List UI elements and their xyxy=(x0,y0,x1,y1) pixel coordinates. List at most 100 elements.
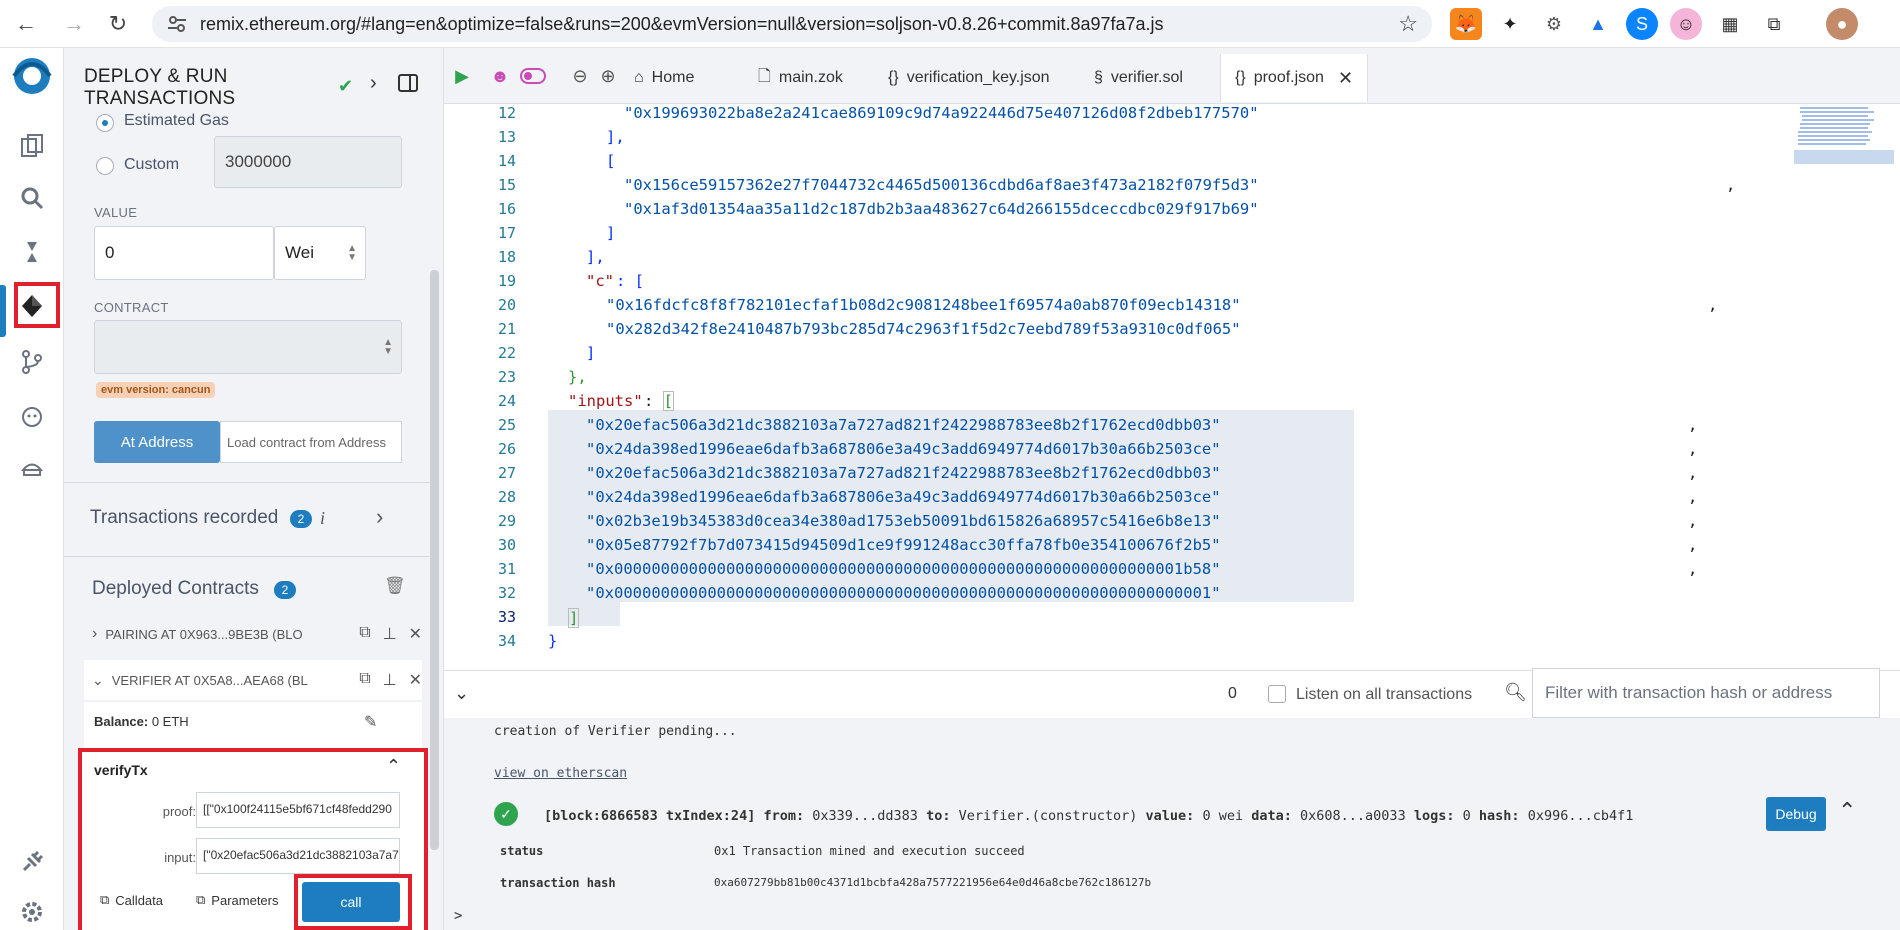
contract-row-pairing[interactable]: › PAIRING AT 0X963...9BE3B (BLO ⧉ ⊥ ✕ xyxy=(92,614,422,654)
run-script-icon[interactable]: ▶ xyxy=(448,62,476,90)
load-contract-address-input[interactable]: Load contract from Address xyxy=(220,421,402,463)
selection-highlight xyxy=(548,602,620,626)
terminal-prompt[interactable]: > xyxy=(454,908,462,924)
file-explorer-icon[interactable] xyxy=(14,128,50,164)
input-input[interactable]: ["0x20efac506a3d21dc3882103a7a7 xyxy=(196,838,400,874)
filter-transactions-input[interactable]: Filter with transaction hash or address xyxy=(1532,668,1880,718)
listen-all-checkbox[interactable] xyxy=(1268,685,1286,703)
metamask-extension-icon[interactable]: 🦊 xyxy=(1450,8,1482,40)
chevron-up-icon[interactable]: ⌃ xyxy=(1838,798,1856,824)
check-icon: ✔ xyxy=(338,76,354,96)
line-number: 18 xyxy=(497,248,516,266)
debug-button[interactable]: Debug xyxy=(1766,797,1826,831)
site-settings-icon[interactable] xyxy=(166,13,188,35)
tx-logs: 0 xyxy=(1462,808,1471,824)
git-branch-icon[interactable] xyxy=(14,344,50,380)
chevron-right-icon[interactable]: › xyxy=(92,625,97,643)
line-number: 16 xyxy=(497,200,516,218)
contract-select[interactable]: ▲ ▼ xyxy=(94,320,402,374)
panel-scrollbar[interactable] xyxy=(430,270,439,850)
solidity-compiler-icon[interactable] xyxy=(14,234,50,270)
plugin-manager-icon[interactable] xyxy=(14,844,50,880)
tx-to-label: to: xyxy=(926,808,951,824)
line-gutter: 12 13 14 15 16 17 18 19 20 21 22 23 24 2… xyxy=(444,104,518,670)
settings-gear-icon[interactable] xyxy=(14,894,50,930)
chevron-right-icon[interactable]: › xyxy=(370,72,377,95)
custom-gas-radio[interactable] xyxy=(96,157,114,175)
close-icon[interactable]: ✕ xyxy=(409,670,422,690)
zoom-in-icon[interactable]: ⊕ xyxy=(594,62,622,90)
copy-icon: ⧉ xyxy=(196,892,206,907)
value-amount: 0 xyxy=(105,243,115,262)
code-editor[interactable]: 12 13 14 15 16 17 18 19 20 21 22 23 24 2… xyxy=(444,104,1900,670)
editor-minimap[interactable] xyxy=(1788,104,1900,174)
comma: , xyxy=(1688,440,1698,458)
copy-icon[interactable]: ⧉ xyxy=(359,670,370,690)
profile-avatar[interactable]: ● xyxy=(1826,8,1858,40)
qr-code-icon[interactable]: ▦ xyxy=(1714,8,1746,40)
copy-icon[interactable]: ⧉ xyxy=(359,624,370,644)
tx-summary[interactable]: [block:6866583 txIndex:24] from: 0x339..… xyxy=(544,808,1633,824)
code-line-26: "0x24da398ed1996eae6dafb3a687806e3a49c3a… xyxy=(586,440,1221,458)
chevron-down-icon[interactable]: ⌄ xyxy=(92,672,104,689)
tab-verification-key[interactable]: {} verification_key.json xyxy=(874,54,1064,102)
at-address-button[interactable]: At Address xyxy=(94,421,220,463)
terminal-output: creation of Verifier pending... view on … xyxy=(444,718,1900,930)
estimated-gas-radio[interactable] xyxy=(96,114,114,132)
search-icon[interactable]: 🔍︎ xyxy=(1504,682,1527,703)
graduation-extension-icon[interactable]: ▲ xyxy=(1582,8,1614,40)
tab-verifier-sol[interactable]: § verifier.sol xyxy=(1080,54,1197,102)
colon: : [ xyxy=(644,391,675,411)
trash-icon[interactable]: 🗑 xyxy=(384,576,406,596)
chevron-up-icon[interactable]: ⌃ xyxy=(386,756,401,777)
close-tab-icon[interactable]: ✕ xyxy=(1338,68,1353,89)
edit-icon[interactable]: ✎ xyxy=(364,712,377,732)
address-bar[interactable]: remix.ethereum.org/#lang=en&optimize=fal… xyxy=(152,6,1432,42)
pin-icon[interactable]: ⊥ xyxy=(383,624,397,644)
zoom-out-icon[interactable]: ⊖ xyxy=(566,62,594,90)
parameters-button[interactable]: ⧉ Parameters xyxy=(196,892,279,908)
dock-panel-icon[interactable] xyxy=(398,74,418,92)
search-icon[interactable] xyxy=(14,180,50,216)
highlight-deploy-run xyxy=(14,282,60,328)
collapse-terminal-icon[interactable]: ⌄ xyxy=(454,683,469,704)
line-number: 27 xyxy=(497,464,516,482)
plugin-avatar-icon[interactable] xyxy=(14,400,50,436)
forward-icon[interactable]: → xyxy=(56,6,92,42)
value-input[interactable]: 0 xyxy=(94,226,274,280)
icon-rail xyxy=(0,48,64,930)
code-line-30: "0x05e87792f7b7d073415d94509d1ce9f991248… xyxy=(586,536,1221,554)
avatar-extension-icon[interactable]: ☺ xyxy=(1670,8,1702,40)
tab-main-zok[interactable]: 🗋 main.zok xyxy=(744,54,857,102)
bookmark-star-icon[interactable]: ☆ xyxy=(1398,11,1418,37)
comma: , xyxy=(1688,416,1698,434)
puzzle-extensions-icon[interactable]: ⧉ xyxy=(1758,8,1790,40)
tab-proof-json[interactable]: {} proof.json ✕ xyxy=(1220,54,1369,102)
learneth-icon[interactable] xyxy=(14,452,50,488)
info-icon[interactable]: i xyxy=(320,508,325,529)
row-actions: ⧉ ⊥ ✕ xyxy=(359,624,422,644)
calldata-button[interactable]: ⧉ Calldata xyxy=(100,892,163,908)
robot-extension-icon[interactable]: ⚙ xyxy=(1538,8,1570,40)
close-icon[interactable]: ✕ xyxy=(409,624,422,644)
remix-logo-icon[interactable] xyxy=(6,54,58,98)
tx-hash-label: hash: xyxy=(1478,808,1520,824)
value-unit-select[interactable]: Wei ▲ ▼ xyxy=(274,226,366,280)
line-number: 29 xyxy=(497,512,516,530)
back-icon[interactable]: ← xyxy=(8,6,44,42)
copilot-toggle[interactable] xyxy=(518,62,548,90)
etherscan-link[interactable]: view on etherscan xyxy=(494,766,627,781)
custom-gas-input[interactable]: 3000000 xyxy=(214,136,402,188)
reload-icon[interactable]: ↻ xyxy=(100,6,136,42)
call-button[interactable]: call xyxy=(302,882,400,922)
extension-icon[interactable]: ✦ xyxy=(1494,8,1526,40)
ai-copilot-icon[interactable]: ☻ xyxy=(486,62,514,90)
shazam-extension-icon[interactable]: S xyxy=(1626,8,1658,40)
chevron-right-icon[interactable]: › xyxy=(376,504,383,530)
proof-input[interactable]: [["0x100f24115e5bf671cf48fedd290 xyxy=(196,792,400,828)
pin-icon[interactable]: ⊥ xyxy=(383,670,397,690)
code-line-23: }, xyxy=(568,368,587,386)
contract-row-verifier[interactable]: ⌄ VERIFIER AT 0X5A8...AEA68 (BL ⧉ ⊥ ✕ xyxy=(84,660,422,700)
tab-home[interactable]: ⌂ Home xyxy=(620,54,708,102)
active-plugin-indicator xyxy=(0,285,6,337)
